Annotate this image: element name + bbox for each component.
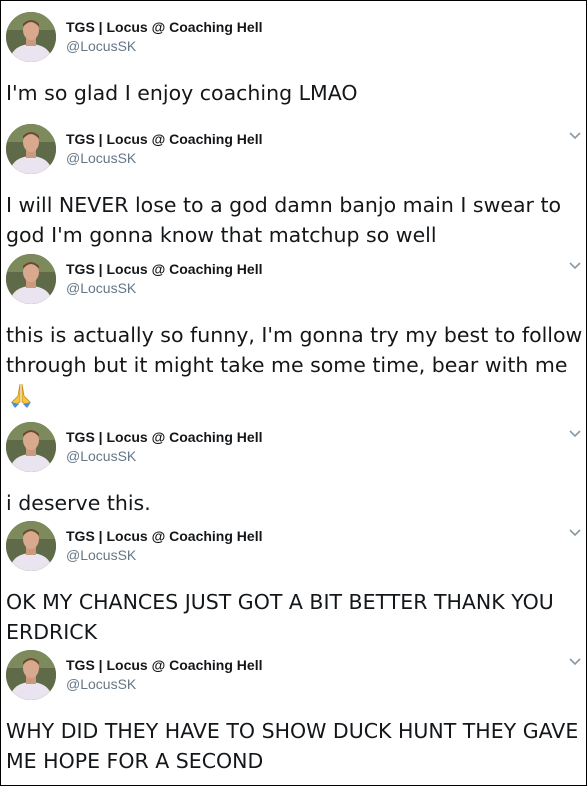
tweet-text: I'm so glad I enjoy coaching LMAO bbox=[6, 81, 358, 105]
display-name[interactable]: TGS | Locus @ Coaching Hell bbox=[66, 429, 262, 445]
avatar[interactable] bbox=[6, 124, 56, 174]
avatar[interactable] bbox=[6, 254, 56, 304]
chevron-down-icon[interactable] bbox=[567, 656, 583, 668]
display-name[interactable]: TGS | Locus @ Coaching Hell bbox=[66, 261, 262, 277]
username-handle[interactable]: @LocusSK bbox=[66, 547, 136, 563]
chevron-down-icon[interactable] bbox=[567, 130, 583, 142]
tweet-thread: TGS | Locus @ Coaching Hell @LocusSK I'm… bbox=[0, 0, 587, 786]
display-name[interactable]: TGS | Locus @ Coaching Hell bbox=[66, 528, 262, 544]
tweet-text: OK MY CHANCES JUST GOT A BIT BETTER THAN… bbox=[6, 590, 561, 644]
tweet-text: i deserve this. bbox=[6, 491, 151, 515]
display-name[interactable]: TGS | Locus @ Coaching Hell bbox=[66, 19, 262, 35]
avatar[interactable] bbox=[6, 521, 56, 571]
avatar[interactable] bbox=[6, 422, 56, 472]
tweet-text: I will NEVER lose to a god damn banjo ma… bbox=[6, 193, 568, 247]
chevron-down-icon[interactable] bbox=[567, 260, 583, 272]
display-name[interactable]: TGS | Locus @ Coaching Hell bbox=[66, 131, 262, 147]
chevron-down-icon[interactable] bbox=[567, 527, 583, 539]
tweet-text: this is actually so funny, I'm gonna try… bbox=[6, 323, 583, 377]
chevron-down-icon[interactable] bbox=[567, 428, 583, 440]
avatar[interactable] bbox=[6, 650, 56, 700]
username-handle[interactable]: @LocusSK bbox=[66, 150, 136, 166]
display-name[interactable]: TGS | Locus @ Coaching Hell bbox=[66, 657, 262, 673]
folded-hands-icon bbox=[11, 383, 31, 408]
username-handle[interactable]: @LocusSK bbox=[66, 676, 136, 692]
avatar[interactable] bbox=[6, 12, 56, 62]
username-handle[interactable]: @LocusSK bbox=[66, 280, 136, 296]
username-handle[interactable]: @LocusSK bbox=[66, 38, 136, 54]
username-handle[interactable]: @LocusSK bbox=[66, 448, 136, 464]
tweet-text: WHY DID THEY HAVE TO SHOW DUCK HUNT THEY… bbox=[6, 719, 585, 773]
